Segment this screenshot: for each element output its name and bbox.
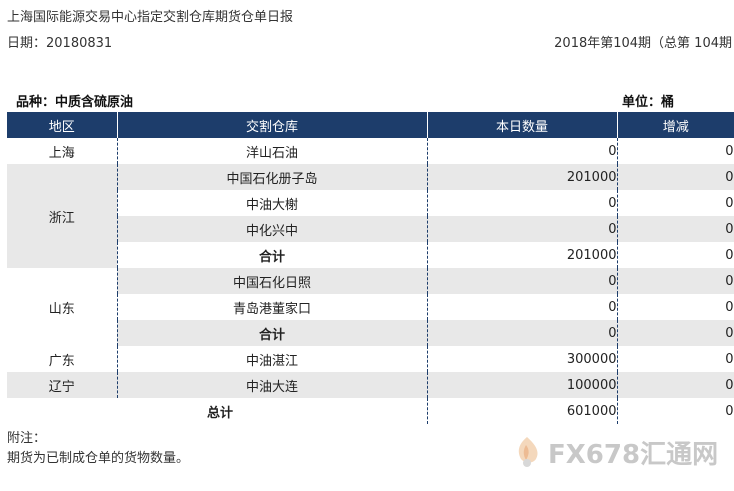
subtotal-row: 合计 0 0 <box>7 320 734 346</box>
table-row: 中化兴中 0 0 <box>7 216 734 242</box>
notes-text: 期货为已制成仓单的货物数量。 <box>7 451 190 466</box>
change-cell: 0 <box>617 294 734 320</box>
quantity-cell: 0 <box>427 320 618 346</box>
report-period: 2018年第104期（总第 104期 <box>554 36 732 51</box>
warehouse-cell: 中油大连 <box>117 372 428 398</box>
region-cell-zhejiang: 浙江 <box>7 164 118 268</box>
warehouse-cell: 青岛港董家口 <box>117 294 428 320</box>
column-header-change: 增减 <box>617 112 734 138</box>
change-cell: 0 <box>617 216 734 242</box>
region-cell-shandong: 山东 <box>7 268 118 346</box>
region-cell-liaoning: 辽宁 <box>7 372 118 398</box>
total-change-cell: 0 <box>617 398 734 424</box>
quantity-cell: 0 <box>427 138 618 164</box>
subtotal-row: 合计 201000 0 <box>7 242 734 268</box>
change-cell: 0 <box>617 346 734 372</box>
warehouse-cell: 中化兴中 <box>117 216 428 242</box>
warehouse-cell: 中国石化册子岛 <box>117 164 428 190</box>
quantity-cell: 201000 <box>427 242 618 268</box>
change-cell: 0 <box>617 138 734 164</box>
table-row: 广东 中油湛江 300000 0 <box>7 346 734 372</box>
column-header-warehouse: 交割仓库 <box>117 112 428 138</box>
report-date: 日期：20180831 <box>7 36 113 51</box>
quantity-cell: 100000 <box>427 372 618 398</box>
change-cell: 0 <box>617 242 734 268</box>
quantity-cell: 0 <box>427 268 618 294</box>
change-cell: 0 <box>617 372 734 398</box>
warehouse-table: 地区 交割仓库 本日数量 增减 上海 洋山石油 0 0 浙江 中国石化册子岛 2… <box>7 112 734 424</box>
total-quantity-cell: 601000 <box>427 398 618 424</box>
subtotal-label: 合计 <box>117 320 428 346</box>
quantity-cell: 300000 <box>427 346 618 372</box>
warehouse-cell: 中国石化日照 <box>117 268 428 294</box>
warehouse-cell: 中油大榭 <box>117 190 428 216</box>
table-row: 上海 洋山石油 0 0 <box>7 138 734 164</box>
table-row: 山东 中国石化日照 0 0 <box>7 268 734 346</box>
table-row: 浙江 中国石化册子岛 201000 0 <box>7 164 734 268</box>
column-header-quantity: 本日数量 <box>427 112 618 138</box>
total-label: 总计 <box>7 398 428 424</box>
change-cell: 0 <box>617 190 734 216</box>
column-header-region: 地区 <box>7 112 118 138</box>
total-row: 总计 601000 0 <box>7 398 734 424</box>
table-row: 中油大榭 0 0 <box>7 190 734 216</box>
notes-label: 附注： <box>7 431 47 446</box>
quantity-cell: 0 <box>427 216 618 242</box>
table-header-row: 地区 交割仓库 本日数量 增减 <box>7 112 734 138</box>
quantity-cell: 201000 <box>427 164 618 190</box>
warehouse-cell: 中油湛江 <box>117 346 428 372</box>
change-cell: 0 <box>617 320 734 346</box>
watermark: FX678汇通网 <box>512 432 718 472</box>
table-row: 辽宁 中油大连 100000 0 <box>7 372 734 398</box>
warehouse-receipt-report: 上海国际能源交易中心指定交割仓库期货仓单日报 日期：20180831 2018年… <box>0 0 734 491</box>
quantity-cell: 0 <box>427 294 618 320</box>
warehouse-cell: 洋山石油 <box>117 138 428 164</box>
unit-label: 单位：桶 <box>622 95 675 110</box>
watermark-text: FX678汇通网 <box>548 439 719 470</box>
change-cell: 0 <box>617 164 734 190</box>
report-title: 上海国际能源交易中心指定交割仓库期货仓单日报 <box>7 10 294 25</box>
region-cell-shanghai: 上海 <box>7 138 118 164</box>
quantity-cell: 0 <box>427 190 618 216</box>
variety-label: 品种：中质含硫原油 <box>16 95 134 110</box>
subtotal-label: 合计 <box>117 242 428 268</box>
region-cell-guangdong: 广东 <box>7 346 118 372</box>
table-row: 青岛港董家口 0 0 <box>7 294 734 320</box>
change-cell: 0 <box>617 268 734 294</box>
fx678-logo-icon <box>518 437 538 467</box>
